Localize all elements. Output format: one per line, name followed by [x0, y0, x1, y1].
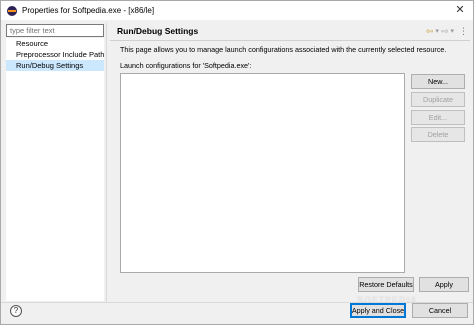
help-icon[interactable]: ?: [10, 305, 22, 317]
pane-divider[interactable]: [106, 23, 107, 302]
close-icon[interactable]: ✕: [453, 3, 467, 17]
tree-item-run-debug-settings[interactable]: Run/Debug Settings: [6, 60, 104, 71]
apply-and-close-button[interactable]: Apply and Close: [350, 303, 406, 318]
page-description: This page allows you to manage launch co…: [120, 45, 447, 54]
view-menu-icon[interactable]: ⋮: [459, 26, 468, 37]
launch-configurations-list[interactable]: [120, 73, 405, 273]
window-title: Properties for Softpedia.exe - [x86/le]: [22, 6, 155, 15]
header-separator: [110, 40, 470, 41]
launch-configurations-label: Launch configurations for 'Softpedia.exe…: [120, 61, 252, 70]
forward-arrow-icon[interactable]: ⇨: [441, 26, 449, 37]
page-header: Run/Debug Settings ⇦ ▾ ⇨ ▾ ⋮: [110, 23, 470, 39]
edit-button[interactable]: Edit...: [411, 110, 465, 125]
tree-item-resource[interactable]: Resource: [6, 38, 104, 49]
restore-defaults-button[interactable]: Restore Defaults: [358, 277, 414, 292]
properties-dialog: Properties for Softpedia.exe - [x86/le] …: [0, 0, 474, 325]
page-title: Run/Debug Settings: [117, 26, 199, 36]
delete-button[interactable]: Delete: [411, 127, 465, 142]
new-button[interactable]: New...: [411, 74, 465, 89]
filter-input[interactable]: [6, 24, 104, 37]
tree-item-preprocessor-include-paths[interactable]: Preprocessor Include Paths,: [6, 49, 104, 60]
duplicate-button[interactable]: Duplicate: [411, 92, 465, 107]
title-bar: Properties for Softpedia.exe - [x86/le] …: [1, 1, 473, 20]
page-navigation: ⇦ ▾ ⇨ ▾ ⋮: [426, 23, 468, 39]
eclipse-app-icon: [7, 5, 17, 16]
back-dropdown-icon[interactable]: ▾: [435, 27, 439, 35]
back-arrow-icon[interactable]: ⇦: [426, 26, 434, 37]
forward-dropdown-icon[interactable]: ▾: [450, 27, 454, 35]
cancel-button[interactable]: Cancel: [412, 303, 468, 318]
property-page-tree: Resource Preprocessor Include Paths, Run…: [6, 38, 104, 301]
apply-button[interactable]: Apply: [419, 277, 469, 292]
